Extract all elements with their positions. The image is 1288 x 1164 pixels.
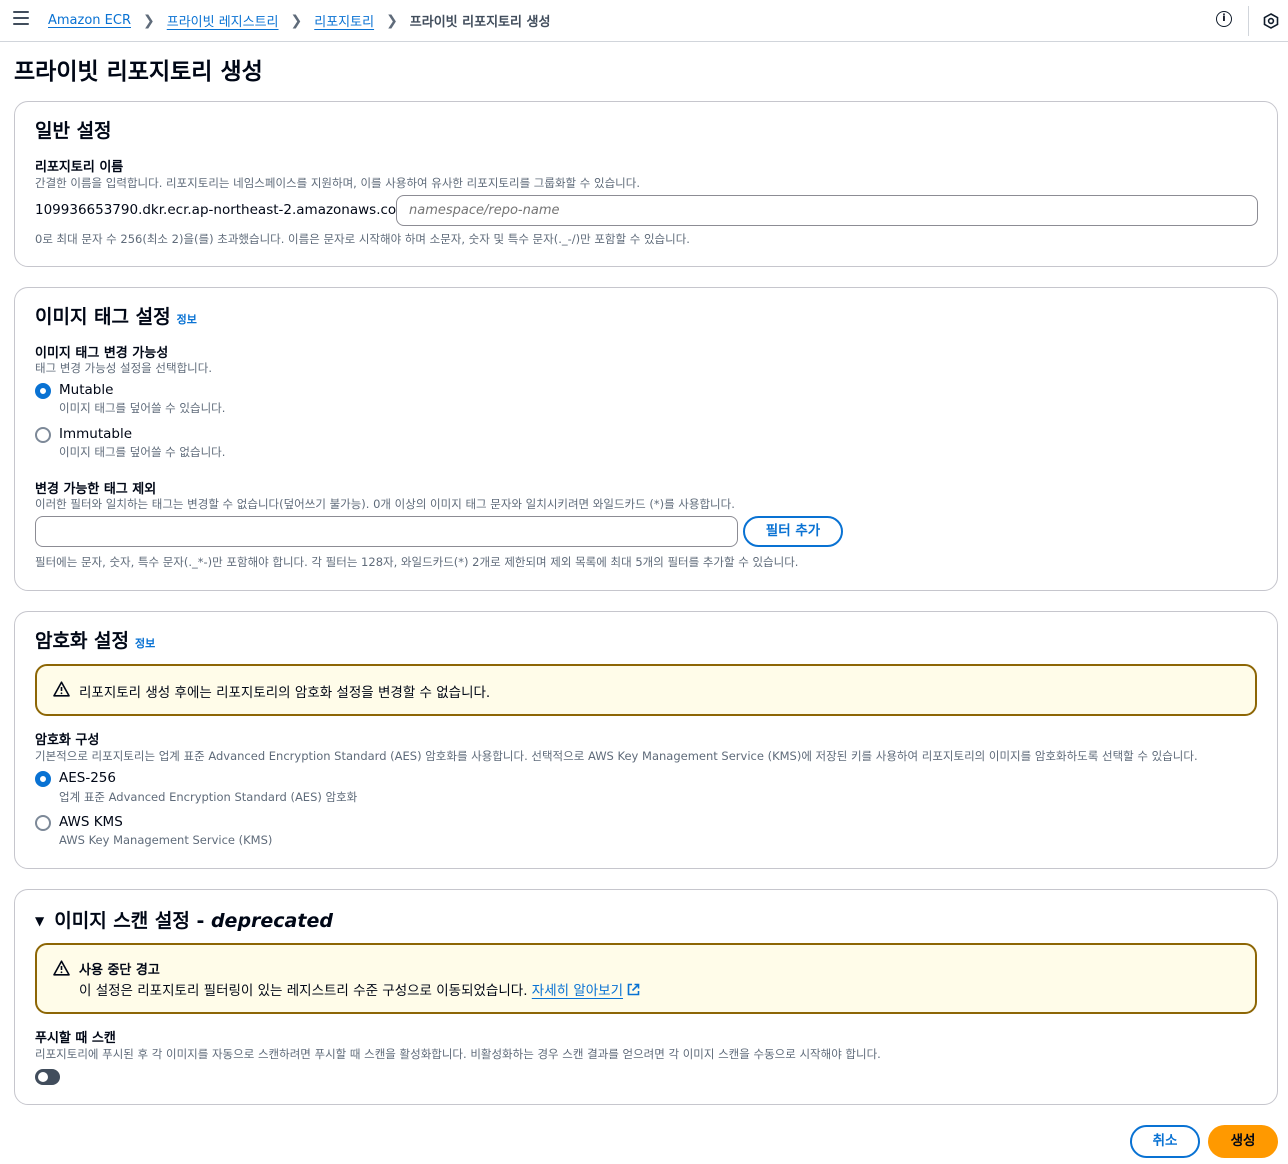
image-scan-settings-panel: ▼ 이미지 스캔 설정 - deprecated 사용 중단 경고 이 설정은 리… [14,889,1278,1105]
chevron-right-icon: ❯ [290,12,303,29]
image-scan-settings-header[interactable]: ▼ 이미지 스캔 설정 - deprecated [35,906,333,933]
cancel-button[interactable]: 취소 [1130,1125,1200,1158]
external-link-icon[interactable] [627,983,640,996]
tag-mutability-description: 태그 변경 가능성 설정을 선택합니다. [35,361,212,375]
info-circle-icon[interactable]: i [1216,11,1232,27]
add-filter-button[interactable]: 필터 추가 [743,516,843,547]
repo-name-input[interactable] [396,195,1258,226]
mutable-description: 이미지 태그를 덮어쓸 수 있습니다. [59,401,226,415]
scan-on-push-description: 리포지토리에 푸시된 후 각 이미지를 자동으로 스캔하려면 푸시할 때 스캔을… [35,1047,881,1061]
repo-name-description: 간결한 이름을 입력합니다. 리포지토리는 네임스페이스를 지원하며, 이를 사… [35,176,640,190]
deprecation-warning-title: 사용 중단 경고 [79,963,160,978]
mutable-radio[interactable] [35,383,51,399]
immutable-description: 이미지 태그를 덮어쓸 수 없습니다. [59,445,226,459]
breadcrumb-current: 프라이빗 리포지토리 생성 [409,15,551,30]
tag-filter-constraint: 필터에는 문자, 숫자, 특수 문자(._*-)만 포함해야 합니다. 각 필터… [35,555,799,569]
scan-on-push-label: 푸시할 때 스캔 [35,1031,116,1046]
mutable-label[interactable]: Mutable [59,382,113,398]
learn-more-link[interactable]: 자세히 알아보기 [532,983,623,999]
page-title: 프라이빗 리포지토리 생성 [14,59,263,85]
chevron-right-icon: ❯ [143,12,155,29]
aes-256-description: 업계 표준 Advanced Encryption Standard (AES)… [59,790,358,804]
breadcrumb: Amazon ECR ❯ 프라이빗 레지스트리 ❯ 리포지토리 ❯ 프라이빗 리… [48,11,551,31]
deprecation-warning-body: 이 설정은 리포지토리 필터링이 있는 레지스트리 수준 구성으로 이동되었습니… [79,979,640,999]
warning-icon [53,681,70,697]
chevron-right-icon: ❯ [386,12,398,29]
encryption-settings-title: 암호화 설정 정보 [35,626,155,653]
warning-icon [53,960,70,976]
repo-name-label: 리포지토리 이름 [35,160,124,175]
caret-down-icon[interactable]: ▼ [35,914,44,928]
repo-name-constraint: 0로 최대 문자 수 256(최소 2)을(를) 초과했습니다. 이름은 문자로… [35,232,690,246]
general-settings-title: 일반 설정 [35,120,112,142]
deprecation-warning-text: 이 설정은 리포지토리 필터링이 있는 레지스트리 수준 구성으로 이동되었습니… [79,983,532,999]
create-button[interactable]: 생성 [1208,1125,1278,1158]
tag-exclusion-description: 이러한 필터와 일치하는 태그는 변경할 수 없습니다(덮어쓰기 불가능). 0… [35,497,735,511]
tag-exclusion-label: 변경 가능한 태그 제외 [35,482,157,497]
encryption-info-link[interactable]: 정보 [135,637,155,650]
immutable-radio[interactable] [35,427,51,443]
immutable-label[interactable]: Immutable [59,426,132,442]
encryption-config-label: 암호화 구성 [35,733,100,748]
tag-filter-input[interactable] [35,516,738,547]
aws-kms-radio[interactable] [35,815,51,831]
divider [1248,6,1249,36]
aws-kms-label[interactable]: AWS KMS [59,814,123,830]
image-tag-settings-panel: 이미지 태그 설정 정보 이미지 태그 변경 가능성 태그 변경 가능성 설정을 … [14,287,1278,591]
image-tag-settings-title: 이미지 태그 설정 정보 [35,302,197,329]
tag-info-link[interactable]: 정보 [177,313,197,326]
encryption-warning-alert: 리포지토리 생성 후에는 리포지토리의 암호화 설정을 변경할 수 없습니다. [35,664,1257,716]
encryption-warning-text: 리포지토리 생성 후에는 리포지토리의 암호화 설정을 변경할 수 없습니다. [79,685,491,701]
scan-on-push-toggle[interactable] [35,1069,60,1085]
general-settings-panel: 일반 설정 리포지토리 이름 간결한 이름을 입력합니다. 리포지토리는 네임스… [14,101,1278,267]
aes-256-label[interactable]: AES-256 [59,770,116,786]
breadcrumb-amazon-ecr[interactable]: Amazon ECR [48,13,131,28]
image-scan-title: 이미지 스캔 설정 - [54,910,211,932]
cube-settings-icon[interactable] [1263,13,1279,29]
breadcrumb-repositories[interactable]: 리포지토리 [314,11,374,30]
image-tag-settings-title-text: 이미지 태그 설정 [35,306,171,328]
aes-256-radio[interactable] [35,771,51,787]
deprecation-warning-alert: 사용 중단 경고 이 설정은 리포지토리 필터링이 있는 레지스트리 수준 구성… [35,943,1257,1014]
breadcrumb-private-registry[interactable]: 프라이빗 레지스트리 [167,11,279,30]
aws-kms-description: AWS Key Management Service (KMS) [59,833,273,847]
deprecated-label: deprecated [210,910,333,932]
menu-icon[interactable] [13,11,29,27]
top-navigation: Amazon ECR ❯ 프라이빗 레지스트리 ❯ 리포지토리 ❯ 프라이빗 리… [0,0,1288,42]
encryption-settings-title-text: 암호화 설정 [35,630,130,652]
toggle-knob [38,1072,48,1082]
encryption-settings-panel: 암호화 설정 정보 리포지토리 생성 후에는 리포지토리의 암호화 설정을 변경할… [14,611,1278,869]
registry-prefix: 109936653790.dkr.ecr.ap-northeast-2.amaz… [35,202,414,218]
encryption-config-description: 기본적으로 리포지토리는 업계 표준 Advanced Encryption S… [35,749,1198,763]
tag-mutability-label: 이미지 태그 변경 가능성 [35,346,169,361]
